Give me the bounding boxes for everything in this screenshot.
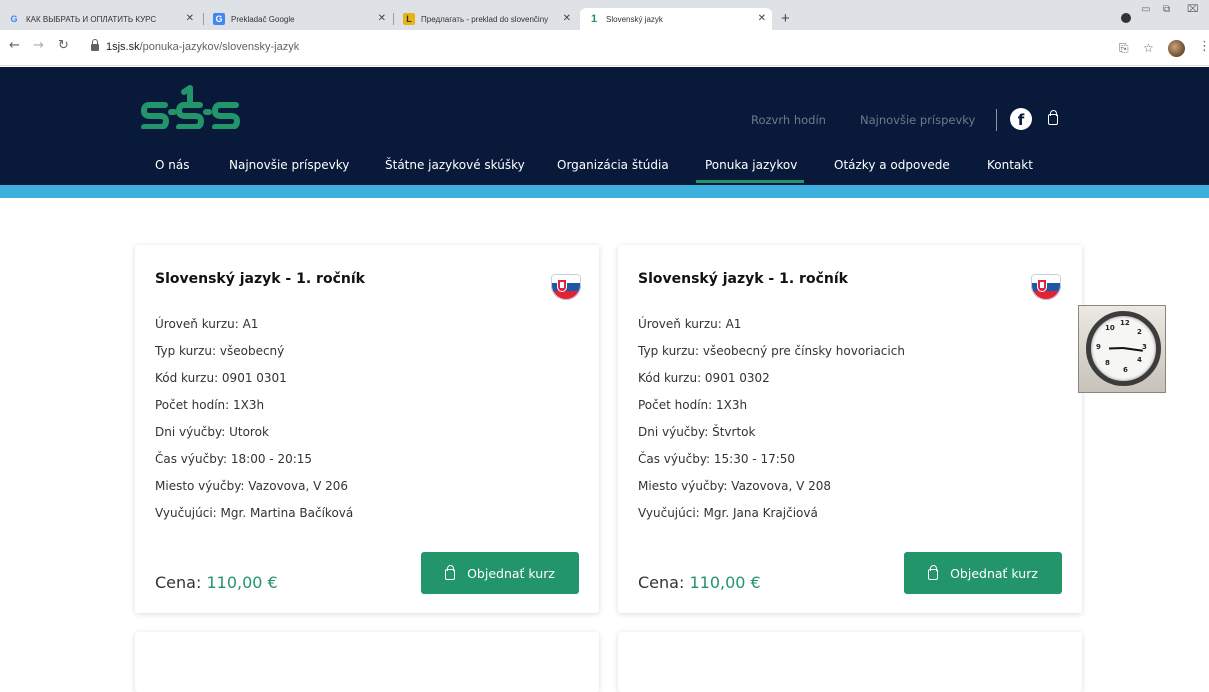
course-teacher: Vyučujúci: Mgr. Jana Krajčiová bbox=[638, 506, 818, 520]
course-hours: Počet hodín: 1X3h bbox=[155, 398, 265, 412]
nav-otazky-odpovede[interactable]: Otázky a odpovede bbox=[834, 158, 950, 172]
url-field[interactable]: 1sjs.sk/ponuka-jazykov/slovensky-jazyk bbox=[106, 41, 299, 53]
toplink-latest-posts[interactable]: Najnovšie príspevky bbox=[860, 113, 975, 127]
clock-face-icon: 12 3 6 9 10 2 4 8 bbox=[1086, 311, 1161, 386]
clock-hand bbox=[1122, 347, 1143, 352]
nav-kontakt[interactable]: Kontakt bbox=[987, 158, 1033, 172]
back-icon[interactable]: ← bbox=[9, 39, 20, 53]
browser-tab-4-active[interactable]: 1 Slovenský jazyk ✕ bbox=[580, 8, 772, 30]
address-bar-row: ← → ↻ 1sjs.sk/ponuka-jazykov/slovensky-j… bbox=[0, 30, 1209, 66]
course-title[interactable]: Slovenský jazyk - 1. ročník bbox=[155, 271, 365, 287]
nav-najnovsie-prispevky[interactable]: Najnovšie príspevky bbox=[229, 158, 349, 172]
shopping-bag-icon bbox=[928, 564, 939, 580]
active-nav-indicator bbox=[696, 180, 804, 183]
l-favicon-icon: L bbox=[403, 13, 415, 25]
lock-icon[interactable] bbox=[91, 39, 99, 51]
course-time: Čas výučby: 15:30 - 17:50 bbox=[638, 452, 796, 466]
install-app-icon[interactable]: ⎘ bbox=[1119, 41, 1129, 56]
close-tab-icon[interactable]: ✕ bbox=[186, 13, 194, 24]
browser-menu-icon[interactable]: ⋮ bbox=[1198, 40, 1209, 54]
header-accent-strip bbox=[0, 185, 1209, 198]
facebook-icon[interactable]: f bbox=[1010, 108, 1032, 130]
new-tab-icon[interactable]: + bbox=[781, 11, 790, 26]
shopping-bag-icon[interactable] bbox=[1048, 110, 1058, 125]
tab-title: Slovenský jazyk bbox=[606, 14, 663, 24]
order-course-button[interactable]: Objednať kurz bbox=[904, 552, 1062, 594]
price-value: 110,00 € bbox=[206, 573, 278, 592]
close-tab-icon[interactable]: ✕ bbox=[378, 13, 386, 24]
nav-ponuka-jazykov[interactable]: Ponuka jazykov bbox=[705, 158, 797, 172]
course-place: Miesto výučby: Vazovova, V 206 bbox=[155, 479, 349, 493]
tab-title: КАК ВЫБРАТЬ И ОПЛАТИТЬ КУРС bbox=[26, 14, 157, 24]
browser-tab-3[interactable]: L Предлагать - preklad do slovenčiny ✕ bbox=[395, 8, 577, 30]
course-level: Úroveň kurzu: A1 bbox=[155, 317, 259, 331]
course-place: Miesto výučby: Vazovova, V 208 bbox=[638, 479, 832, 493]
browser-tab-bar: G КАК ВЫБРАТЬ И ОПЛАТИТЬ КУРС ✕ G Prekla… bbox=[0, 0, 1209, 30]
course-hours: Počet hodín: 1X3h bbox=[638, 398, 748, 412]
translate-icon: G bbox=[213, 13, 225, 25]
tab-title: Предлагать - preklad do slovenčiny bbox=[421, 14, 549, 24]
slovak-flag-icon bbox=[551, 274, 581, 300]
bookmark-star-icon[interactable]: ☆ bbox=[1143, 41, 1154, 55]
course-level: Úroveň kurzu: A1 bbox=[638, 317, 742, 331]
course-days: Dni výučby: Utorok bbox=[155, 425, 269, 439]
forward-icon[interactable]: → bbox=[33, 39, 44, 53]
course-time: Čas výučby: 18:00 - 20:15 bbox=[155, 452, 313, 466]
course-code: Kód kurzu: 0901 0302 bbox=[638, 371, 770, 385]
course-price: Cena: 110,00 € bbox=[155, 573, 278, 592]
reload-icon[interactable]: ↻ bbox=[58, 39, 69, 53]
close-window-icon[interactable]: ⌧ bbox=[1187, 4, 1199, 15]
course-code: Kód kurzu: 0901 0301 bbox=[155, 371, 287, 385]
clock-hand bbox=[1108, 347, 1124, 350]
nav-organizacia-studia[interactable]: Organizácia štúdia bbox=[557, 158, 669, 172]
order-button-label: Objednať kurz bbox=[467, 565, 555, 581]
header-divider bbox=[996, 109, 997, 131]
close-tab-icon[interactable]: ✕ bbox=[563, 13, 571, 24]
price-value: 110,00 € bbox=[689, 573, 761, 592]
order-course-button[interactable]: Objednať kurz bbox=[421, 552, 579, 594]
course-type: Typ kurzu: všeobecný bbox=[155, 344, 285, 358]
nav-statne-skusky[interactable]: Štátne jazykové skúšky bbox=[385, 158, 525, 172]
course-type: Typ kurzu: všeobecný pre čínsky hovoriac… bbox=[638, 344, 905, 358]
tab-separator bbox=[203, 13, 204, 25]
nav-o-nas[interactable]: O nás bbox=[155, 158, 189, 172]
site-header: Rozvrh hodín Najnovšie príspevky f O nás… bbox=[0, 67, 1209, 185]
price-label: Cena: bbox=[155, 573, 202, 592]
order-button-label: Objednať kurz bbox=[950, 565, 1038, 581]
tab-separator bbox=[393, 13, 394, 25]
url-path: /ponuka-jazykov/slovensky-jazyk bbox=[139, 41, 300, 53]
shopping-bag-icon bbox=[445, 564, 456, 580]
course-price: Cena: 110,00 € bbox=[638, 573, 761, 592]
course-card: Slovenský jazyk - 1. ročník Úroveň kurzu… bbox=[618, 245, 1082, 613]
profile-avatar[interactable] bbox=[1168, 40, 1185, 57]
google-icon: G bbox=[10, 14, 18, 24]
course-card-partial bbox=[135, 632, 599, 692]
logo-graphic bbox=[141, 85, 240, 130]
course-card-partial bbox=[618, 632, 1082, 692]
toplink-schedule[interactable]: Rozvrh hodín bbox=[751, 113, 826, 127]
recording-icon bbox=[1121, 13, 1131, 23]
slovak-flag-icon bbox=[1031, 274, 1061, 300]
desktop-clock-widget[interactable]: 12 3 6 9 10 2 4 8 bbox=[1078, 305, 1166, 393]
course-teacher: Vyučujúci: Mgr. Martina Bačíková bbox=[155, 506, 354, 520]
restore-icon[interactable]: ⧉ bbox=[1163, 4, 1170, 15]
course-title[interactable]: Slovenský jazyk - 1. ročník bbox=[638, 271, 848, 287]
tab-title: Prekladač Google bbox=[231, 14, 295, 24]
browser-tab-2[interactable]: G Prekladač Google ✕ bbox=[205, 8, 392, 30]
minimize-icon[interactable]: ▭ bbox=[1141, 4, 1150, 15]
course-card: Slovenský jazyk - 1. ročník Úroveň kurzu… bbox=[135, 245, 599, 613]
site-favicon-icon: 1 bbox=[590, 13, 598, 25]
close-tab-icon[interactable]: ✕ bbox=[758, 13, 766, 24]
course-days: Dni výučby: Štvrtok bbox=[638, 425, 756, 439]
site-logo[interactable] bbox=[140, 83, 240, 133]
browser-tab-1[interactable]: G КАК ВЫБРАТЬ И ОПЛАТИТЬ КУРС ✕ bbox=[0, 8, 200, 30]
price-label: Cena: bbox=[638, 573, 685, 592]
url-domain: 1sjs.sk bbox=[106, 41, 140, 53]
